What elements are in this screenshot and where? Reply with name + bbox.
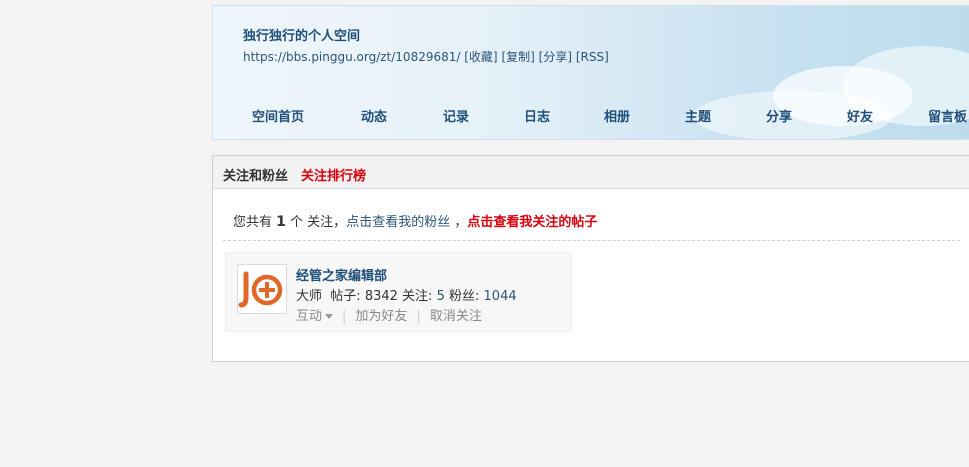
user-level: 大师 xyxy=(296,289,323,304)
follow-count: 1 xyxy=(276,214,286,230)
panel-title: 关注和粉丝 xyxy=(223,169,289,184)
space-header: 独行独行的个人空间 https://bbs.pinggu.org/zt/1082… xyxy=(212,5,969,140)
share-link[interactable]: [分享] xyxy=(539,50,572,64)
nav-friends[interactable]: 好友 xyxy=(847,106,873,125)
action-separator: | xyxy=(342,309,347,324)
follow-rank-link[interactable]: 关注排行榜 xyxy=(301,165,366,184)
divider xyxy=(223,240,960,241)
posts-label: 帖子: xyxy=(330,289,361,304)
followed-user-name[interactable]: 经管之家编辑部 xyxy=(296,265,387,284)
copy-link[interactable]: [复制] xyxy=(501,50,534,64)
follow-label: 关注: xyxy=(402,289,433,304)
summary-suffix: 个 关注， xyxy=(290,215,347,230)
nav-threads[interactable]: 主题 xyxy=(685,106,711,125)
nav-records[interactable]: 记录 xyxy=(443,106,469,125)
nav-guestbook[interactable]: 留言板 xyxy=(928,106,967,125)
nav-album[interactable]: 相册 xyxy=(604,106,630,125)
avatar[interactable] xyxy=(237,264,287,314)
chevron-down-icon xyxy=(325,314,334,319)
fans-label: 粉丝: xyxy=(449,289,480,304)
nav-share[interactable]: 分享 xyxy=(766,106,792,125)
summary-separator: ， xyxy=(454,215,468,230)
space-title: 独行独行的个人空间 xyxy=(243,29,361,44)
nav-space-home[interactable]: 空间首页 xyxy=(252,106,304,125)
unfollow-link[interactable]: 取消关注 xyxy=(430,309,482,324)
fans-count[interactable]: 1044 xyxy=(484,289,517,304)
follow-summary: 您共有 1 个 关注，点击查看我的粉丝 ，点击查看我关注的帖子 xyxy=(233,211,597,230)
panel-header: 关注和粉丝 关注排行榜 xyxy=(213,156,969,189)
followed-user-card: 经管之家编辑部 大师 帖子: 8342 关注: 5 粉丝: 1044 互动 | 加为… xyxy=(225,252,572,332)
add-friend-link[interactable]: 加为好友 xyxy=(355,309,407,324)
rss-link[interactable]: [RSS] xyxy=(576,50,609,64)
posts-count: 8342 xyxy=(364,289,398,304)
follow-panel: 关注和粉丝 关注排行榜 您共有 1 个 关注，点击查看我的粉丝 ，点击查看我关注… xyxy=(212,155,969,362)
view-followed-posts-link[interactable]: 点击查看我关注的帖子 xyxy=(467,215,597,230)
favorite-link[interactable]: [收藏] xyxy=(464,50,497,64)
action-separator: | xyxy=(416,309,421,324)
user-stats: 大师 帖子: 8342 关注: 5 粉丝: 1044 xyxy=(296,285,517,304)
nav-feed[interactable]: 动态 xyxy=(361,106,387,125)
user-actions: 互动 | 加为好友 | 取消关注 xyxy=(296,305,482,324)
summary-prefix: 您共有 xyxy=(233,215,273,230)
following-count[interactable]: 5 xyxy=(437,289,445,304)
interact-label: 互动 xyxy=(296,309,323,324)
view-fans-link[interactable]: 点击查看我的粉丝 xyxy=(346,215,450,230)
space-url-link[interactable]: https://bbs.pinggu.org/zt/10829681/ xyxy=(243,50,460,64)
jg-logo-icon xyxy=(238,271,283,308)
space-url-line: https://bbs.pinggu.org/zt/10829681/ [收藏]… xyxy=(243,48,609,65)
nav-blog[interactable]: 日志 xyxy=(524,106,550,125)
interact-menu[interactable]: 互动 xyxy=(296,309,334,324)
